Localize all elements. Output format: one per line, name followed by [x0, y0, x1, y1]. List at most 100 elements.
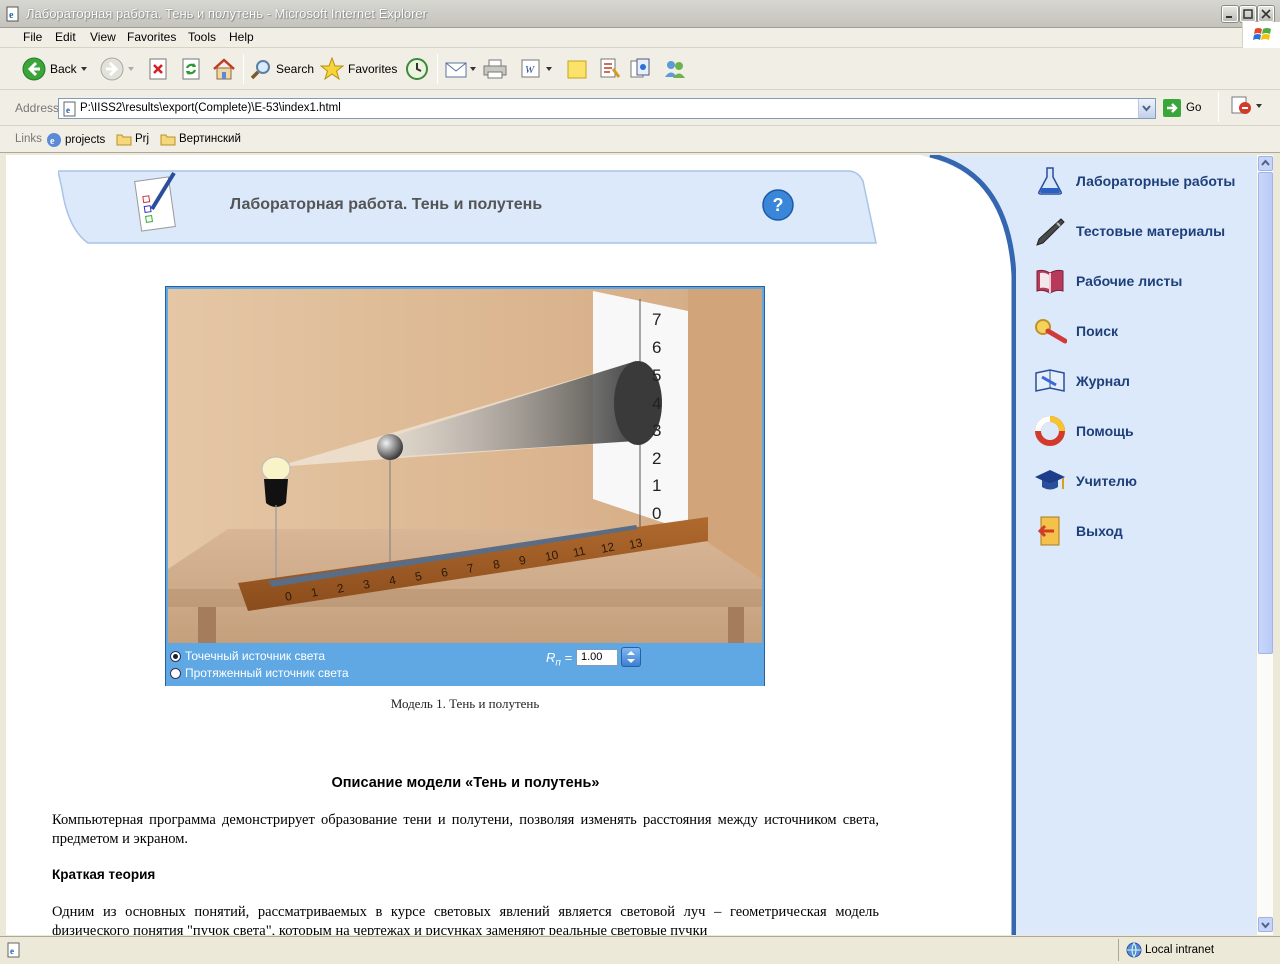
- scroll-thumb[interactable]: [1258, 172, 1273, 654]
- sidebar-item-search[interactable]: Поиск: [1016, 314, 1118, 348]
- print-button[interactable]: [482, 56, 508, 82]
- ruler-tick: 7: [652, 310, 661, 329]
- status-bar: e Local intranet: [0, 936, 1280, 964]
- contacts-button[interactable]: [663, 56, 687, 82]
- scroll-up-button[interactable]: [1258, 156, 1273, 171]
- history-button[interactable]: [405, 56, 429, 82]
- refresh-button[interactable]: [181, 56, 203, 82]
- ie-page-icon: e: [47, 133, 61, 147]
- sidebar-item-label: Помощь: [1076, 423, 1134, 439]
- menu-file[interactable]: File: [23, 30, 42, 44]
- maximize-button[interactable]: [1240, 6, 1256, 22]
- page-title: Лабораторная работа. Тень и полутень: [229, 196, 543, 213]
- menu-favorites[interactable]: Favorites: [127, 30, 176, 44]
- windows-logo: [1242, 22, 1280, 48]
- dropdown-arrow-icon: [80, 67, 87, 71]
- toolbar-separator: [1218, 92, 1219, 122]
- sidebar-item-help[interactable]: Помощь: [1016, 414, 1134, 448]
- translate-button[interactable]: [1230, 93, 1264, 119]
- address-label: Address: [15, 101, 60, 115]
- menu-view[interactable]: View: [90, 30, 116, 44]
- discuss-button[interactable]: [566, 56, 588, 82]
- people-icon: [665, 61, 685, 78]
- security-zone: Local intranet: [1145, 944, 1215, 956]
- sidebar-item-exit[interactable]: Выход: [1016, 514, 1123, 548]
- go-label: Go: [1186, 102, 1202, 114]
- model-controls: Точечный источник света Протяженный исто…: [166, 644, 764, 686]
- journal-icon: [1035, 369, 1065, 392]
- search-button[interactable]: Search: [250, 56, 314, 82]
- messenger-button[interactable]: [629, 56, 653, 82]
- back-label: Back: [50, 62, 77, 76]
- sidebar-item-label: Рабочие листы: [1076, 273, 1183, 289]
- point-source-radio[interactable]: Точечный источник света: [170, 649, 325, 663]
- ie-page-icon: e: [6, 6, 19, 22]
- minimize-button[interactable]: [1222, 6, 1238, 22]
- folder-icon: [160, 134, 176, 146]
- back-button[interactable]: Back: [22, 56, 91, 82]
- pen-icon: [1036, 218, 1065, 246]
- home-button[interactable]: [212, 56, 236, 82]
- history-icon: [406, 58, 428, 80]
- ruler-tick: 3: [652, 421, 661, 440]
- vertical-scrollbar[interactable]: [1256, 155, 1273, 935]
- link-label: Вертинский: [179, 133, 241, 145]
- menu-help[interactable]: Help: [229, 30, 254, 44]
- menu-edit[interactable]: Edit: [55, 30, 76, 44]
- stop-icon: [149, 58, 167, 80]
- ruler-tick: 6: [652, 338, 661, 357]
- intranet-globe-icon: [1126, 942, 1142, 958]
- link-prj[interactable]: Prj: [116, 132, 149, 146]
- menu-tools[interactable]: Tools: [188, 30, 216, 44]
- address-url: P:\IISS2\results\export(Complete)\E-53\i…: [80, 102, 341, 114]
- book-icon: [1036, 269, 1064, 294]
- research-icon: [600, 58, 621, 78]
- help-button[interactable]: ?: [762, 189, 794, 221]
- mail-button[interactable]: [444, 56, 478, 82]
- sidebar-item-teacher[interactable]: Учителю: [1016, 464, 1137, 498]
- documents-icon: [630, 58, 650, 78]
- scroll-down-button[interactable]: [1258, 917, 1273, 932]
- ruler-tick: 1: [652, 476, 661, 495]
- shadow-model: 7 6 5 4 3 2 1 0 0 1 2 3 4 5 6 7 8 9 10 1…: [165, 286, 765, 686]
- page-icon: e: [63, 101, 76, 117]
- windows-flag-icon: [1253, 28, 1271, 40]
- radius-spinner[interactable]: [621, 647, 641, 667]
- forward-button[interactable]: [100, 56, 138, 82]
- close-window-button[interactable]: [1258, 6, 1274, 22]
- link-vertinsky[interactable]: Вертинский: [160, 132, 241, 146]
- chevron-down-icon: [1261, 922, 1270, 929]
- link-projects[interactable]: e projects: [46, 132, 105, 148]
- go-button[interactable]: Go: [1162, 98, 1201, 118]
- forward-arrow-icon: [100, 57, 124, 81]
- research-button[interactable]: [598, 56, 622, 82]
- sidebar-item-worksheets[interactable]: Рабочие листы: [1016, 264, 1182, 298]
- menu-bar: File Edit View Favorites Tools Help: [0, 28, 1280, 48]
- radio-selected: [170, 650, 181, 662]
- dropdown-arrow-icon: [128, 67, 134, 71]
- favorites-label: Favorites: [348, 62, 398, 76]
- sidebar-arc: [920, 155, 1020, 935]
- chevron-down-icon: [1142, 105, 1151, 112]
- go-arrow-icon: [1163, 99, 1181, 117]
- sidebar-item-journal[interactable]: Журнал: [1016, 364, 1130, 398]
- description-paragraph: Компьютерная программа демонстрирует обр…: [52, 812, 879, 847]
- edit-button[interactable]: W: [520, 56, 556, 82]
- model-caption: Модель 1. Тень и полутень: [390, 696, 540, 711]
- standard-toolbar: Back Search Favorites W: [0, 48, 1280, 90]
- sidebar-item-lab-works[interactable]: Лабораторные работы: [1016, 164, 1235, 198]
- svg-text:W: W: [525, 64, 535, 76]
- extended-source-radio[interactable]: Протяженный источник света: [170, 666, 349, 680]
- sidebar-item-tests[interactable]: Тестовые материалы: [1016, 214, 1225, 248]
- mail-icon: [445, 62, 467, 78]
- stop-button[interactable]: [148, 56, 170, 82]
- radius-input[interactable]: 1.00: [576, 649, 618, 666]
- address-dropdown-button[interactable]: [1138, 99, 1155, 118]
- mortarboard-icon: [1035, 470, 1065, 490]
- favorites-button[interactable]: Favorites: [320, 56, 397, 82]
- address-input[interactable]: e P:\IISS2\results\export(Complete)\E-53…: [58, 98, 1156, 119]
- exit-door-icon: [1037, 516, 1060, 546]
- ruler-tick: 2: [652, 449, 661, 468]
- back-arrow-icon: [22, 57, 46, 81]
- link-label: Prj: [135, 133, 150, 145]
